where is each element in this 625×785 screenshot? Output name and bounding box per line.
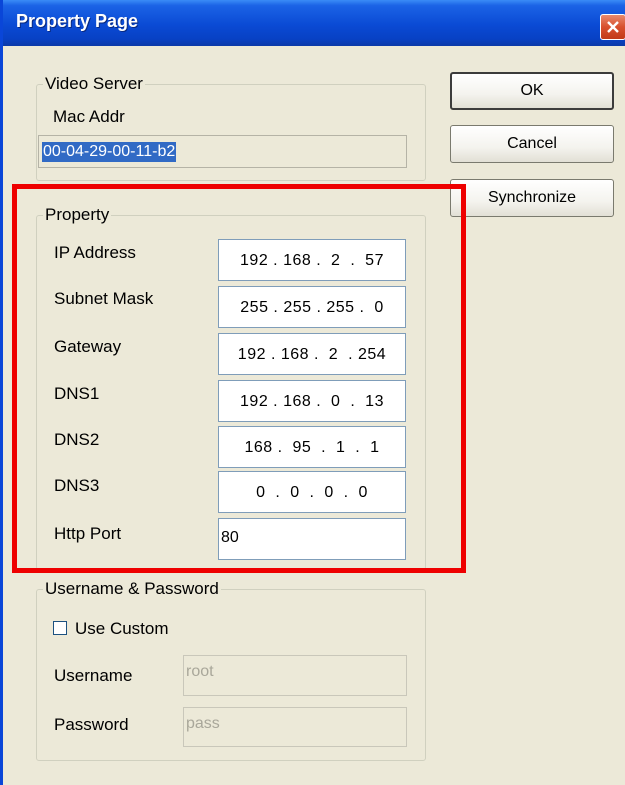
password-value: pass [186,715,220,732]
close-icon [607,21,619,33]
username-value: root [186,663,214,680]
password-field[interactable]: pass [183,707,407,747]
username-label: Username [54,666,133,685]
video-server-group-label: Video Server [43,74,145,94]
mac-addr-field[interactable]: 00-04-29-00-11-b2 [38,135,407,168]
property-page-dialog: Property Page Video Server Mac Addr 00-0… [0,0,625,785]
title-bar[interactable]: Property Page [3,0,625,46]
synchronize-button[interactable]: Synchronize [450,179,614,217]
cancel-button[interactable]: Cancel [450,125,614,163]
use-custom-label[interactable]: Use Custom [75,619,169,639]
ok-button[interactable]: OK [450,72,614,110]
password-label: Password [54,715,129,734]
highlight-box [12,184,466,573]
use-custom-checkbox[interactable] [53,621,67,635]
mac-addr-label: Mac Addr [53,107,125,126]
credentials-group-label: Username & Password [43,579,221,599]
window-title: Property Page [16,11,139,31]
username-field[interactable]: root [183,655,407,696]
close-button[interactable] [600,14,625,40]
mac-addr-value: 00-04-29-00-11-b2 [42,142,177,162]
